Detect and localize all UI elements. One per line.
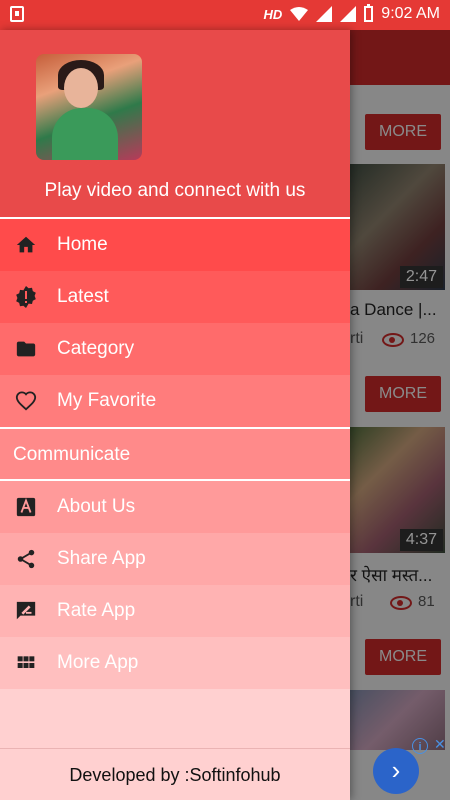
footer-divider [0, 748, 350, 749]
menu-item-label: My Favorite [57, 390, 157, 411]
drawer-tagline: Play video and connect with us [44, 180, 306, 201]
rate-icon [14, 599, 38, 623]
download-notification-icon [10, 6, 24, 22]
home-icon [14, 233, 38, 257]
profile-image [36, 54, 142, 160]
menu-item-label: More App [57, 652, 139, 673]
status-bar: HD 9:02 AM [0, 0, 450, 30]
section-header: Communicate [0, 429, 350, 479]
menu-item-share-app[interactable]: Share App [0, 533, 350, 585]
folder-icon [14, 337, 38, 361]
menu-item-label: About Us [57, 496, 136, 517]
badge-alert-icon [14, 285, 38, 309]
menu-item-more-app[interactable]: More App [0, 637, 350, 689]
menu-item-my-favorite[interactable]: My Favorite [0, 375, 350, 427]
menu-item-rate-app[interactable]: Rate App [0, 585, 350, 637]
developer-credit: Developed by :Softinfohub [69, 765, 281, 785]
signal-icon [316, 6, 333, 22]
menu-item-about-us[interactable]: About Us [0, 481, 350, 533]
wifi-icon [290, 7, 309, 21]
section-label: Communicate [13, 444, 131, 465]
ad-arrow-button[interactable]: › [373, 748, 419, 794]
menu-item-latest[interactable]: Latest [0, 271, 350, 323]
menu-item-label: Category [57, 338, 135, 359]
menu-item-label: Rate App [57, 600, 136, 621]
heart-icon [14, 389, 38, 413]
menu-item-label: Home [57, 234, 108, 255]
ad-info-icon[interactable]: i [412, 738, 428, 754]
clock: 9:02 AM [381, 5, 440, 22]
drawer-header: Play video and connect with us [0, 30, 350, 217]
grid-icon [14, 651, 38, 675]
menu-item-category[interactable]: Category [0, 323, 350, 375]
menu-item-label: Share App [57, 548, 146, 569]
battery-icon [364, 4, 374, 22]
network-type: HD [263, 6, 283, 22]
ad-close-icon[interactable]: ✕ [434, 736, 446, 753]
signal-icon-2 [340, 6, 357, 22]
about-icon [14, 495, 38, 519]
menu-item-label: Latest [57, 286, 109, 307]
navigation-drawer: Play video and connect with us Home Late… [0, 30, 350, 800]
menu-item-home[interactable]: Home [0, 219, 350, 271]
share-icon [14, 547, 38, 571]
